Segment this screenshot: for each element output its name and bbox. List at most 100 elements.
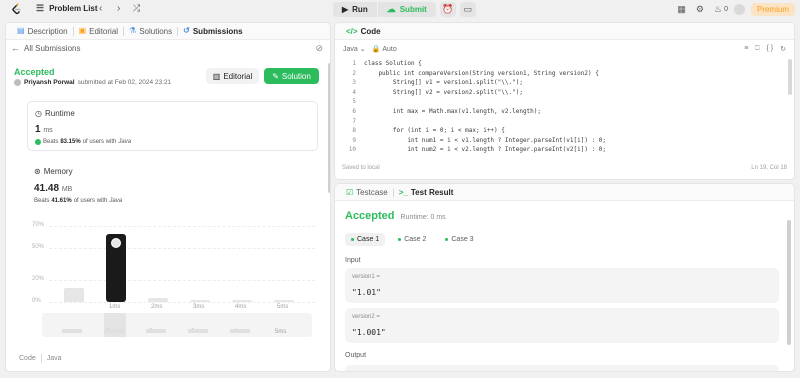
- author-avatar[interactable]: [14, 79, 21, 86]
- tab-submissions[interactable]: ↺ Submissions: [178, 27, 248, 36]
- code-text: public int compareVersion(String version…: [364, 69, 599, 77]
- code-line[interactable]: 9 int num1 = i < v1.length ? Integer.par…: [335, 136, 606, 145]
- result-scrollbar[interactable]: [787, 220, 791, 345]
- avatar[interactable]: [733, 3, 745, 15]
- badge-icon: [35, 139, 41, 145]
- memory-value: 41.48 MB: [34, 183, 72, 194]
- line-number: 1: [352, 60, 356, 67]
- distribution-bar[interactable]: [232, 299, 252, 302]
- tab-testcase[interactable]: ☑ Testcase: [341, 188, 393, 197]
- arrow-left-icon: ←: [11, 43, 20, 53]
- your-runtime-bar[interactable]: [106, 233, 126, 302]
- left-tabs: ▤ Description ▣ Editorial ⚗ Solutions ↺ …: [6, 23, 330, 40]
- line-number: 4: [352, 88, 356, 96]
- tab-test-result[interactable]: >_ Test Result: [394, 188, 459, 197]
- braces-icon[interactable]: { }: [767, 45, 774, 53]
- reset-icon[interactable]: ↻: [780, 45, 786, 53]
- solution-icon: ✎: [272, 71, 279, 81]
- solution-button[interactable]: ✎ Solution: [264, 68, 319, 84]
- tab-code[interactable]: </> Code: [341, 27, 386, 36]
- memory-card[interactable]: ⊛ Memory 41.48 MB Beats 41.61% of users …: [27, 160, 318, 346]
- book-icon: ▣: [78, 26, 87, 35]
- editorial-button[interactable]: ▥ Editorial: [206, 68, 259, 84]
- distribution-bar[interactable]: [274, 299, 294, 302]
- result-status: Accepted Runtime: 0 ms: [345, 210, 446, 222]
- runtime-beats: Beats 83.15% of users with Java: [35, 139, 131, 145]
- slider-bar: [188, 329, 208, 333]
- case-tab-2[interactable]: Case 2: [392, 233, 432, 246]
- shuffle-icon[interactable]: ⤮: [133, 3, 140, 14]
- fire-icon[interactable]: ♨: [714, 4, 722, 14]
- streak-count: 0: [724, 5, 728, 13]
- back-to-submissions[interactable]: ← All Submissions: [11, 43, 80, 53]
- notes-button[interactable]: ▭: [459, 1, 476, 17]
- language-select[interactable]: Java ⌄: [343, 45, 366, 53]
- bookmark-icon[interactable]: ⎕: [755, 45, 759, 53]
- play-icon: ▶: [342, 4, 349, 14]
- top-right-group: ▦ ⚙ ♨ 0 Premium: [677, 1, 800, 17]
- slider-bar: [146, 329, 166, 333]
- run-button[interactable]: ▶ Run: [333, 1, 377, 17]
- prev-problem-icon[interactable]: ‹: [99, 3, 102, 14]
- code-line[interactable]: 2 public int compareVersion(String versi…: [335, 69, 599, 78]
- code-line[interactable]: 4 String[] v2 = version2.split("\\.");: [335, 88, 523, 97]
- code-text: for (int i = 0; i < max; i++) {: [364, 127, 505, 135]
- left-scrollbar[interactable]: [328, 63, 330, 193]
- runtime-title: ◷ Runtime: [35, 109, 75, 118]
- case-tab-1[interactable]: Case 1: [345, 233, 386, 246]
- distribution-bar[interactable]: [64, 287, 84, 302]
- tab-testcase-label: Testcase: [356, 187, 388, 197]
- run-submit-group: ▶ Run ☁ Submit ⏰ ▭: [333, 1, 476, 17]
- tab-solutions[interactable]: ⚗ Solutions: [124, 27, 177, 36]
- input-key: version2 =: [352, 314, 380, 320]
- code-line[interactable]: 1 class Solution {: [335, 59, 421, 68]
- leetcode-logo-icon[interactable]: [11, 3, 23, 15]
- note-icon: ▭: [463, 3, 473, 14]
- author-name[interactable]: Priyansh Porwal: [24, 79, 75, 86]
- problem-list-link[interactable]: ☰ Problem List: [36, 4, 98, 14]
- alarm-icon: ⏰: [442, 3, 454, 14]
- case-label: Case 1: [357, 236, 380, 243]
- distribution-chart: 70%50%20%0%1ms2ms3ms4ms5ms1ms2ms3ms4ms5m…: [27, 216, 318, 346]
- line-number: 5: [352, 98, 356, 106]
- grid-line: [49, 302, 315, 303]
- code-line[interactable]: 7: [335, 117, 364, 126]
- tab-editorial[interactable]: ▣ Editorial: [74, 27, 123, 36]
- distribution-bar[interactable]: [190, 299, 210, 302]
- code-line[interactable]: 10 int num2 = i < v2.length ? Integer.pa…: [335, 145, 606, 154]
- cloud-upload-icon: ☁: [386, 3, 396, 14]
- pass-dot-icon: [445, 238, 449, 241]
- layout-grid-icon[interactable]: ▦: [677, 4, 686, 14]
- x-tick-label: 4ms: [235, 304, 247, 310]
- line-number: 2: [352, 69, 356, 77]
- gear-icon[interactable]: ⚙: [696, 4, 704, 14]
- timer-button[interactable]: ⏰: [439, 1, 456, 17]
- editor-scrollbar[interactable]: [788, 59, 792, 95]
- user-avatar-marker: [111, 237, 121, 248]
- code-line[interactable]: 3 String[] v1 = version1.split("\\.");: [335, 78, 523, 87]
- distribution-bar[interactable]: [148, 297, 168, 302]
- output-label: Output: [345, 352, 367, 359]
- next-problem-icon[interactable]: ›: [117, 3, 120, 14]
- memory-title: ⊛ Memory: [34, 167, 73, 176]
- link-icon[interactable]: ⊘: [315, 43, 323, 54]
- submission-status: Accepted: [14, 67, 55, 77]
- output-box: [345, 365, 779, 371]
- tab-description-label: Description: [27, 26, 68, 36]
- code-line[interactable]: 6 int max = Math.max(v1.length, v2.lengt…: [335, 107, 541, 116]
- code-line[interactable]: 8 for (int i = 0; i < max; i++) {: [335, 126, 505, 135]
- tab-description[interactable]: ▤ Description: [12, 27, 73, 36]
- range-slider[interactable]: 1ms2ms3ms4ms5ms: [42, 313, 312, 337]
- code-text: String[] v1 = version1.split("\\.");: [364, 79, 523, 87]
- input-value: "1.001": [352, 328, 386, 337]
- input-key: version1 =: [352, 274, 380, 280]
- tab-test-result-label: Test Result: [410, 187, 454, 197]
- line-number: 8: [352, 127, 356, 135]
- premium-button[interactable]: Premium: [750, 2, 795, 16]
- code-line[interactable]: 5: [335, 97, 364, 106]
- submit-button[interactable]: ☁ Submit: [377, 1, 436, 17]
- format-icon[interactable]: ≡: [744, 45, 748, 53]
- case-tab-3[interactable]: Case 3: [439, 233, 479, 246]
- lock-icon: 🔒: [371, 46, 381, 53]
- runtime-card[interactable]: ◷ Runtime 1 ms Beats 83.15% of users wit…: [27, 101, 318, 151]
